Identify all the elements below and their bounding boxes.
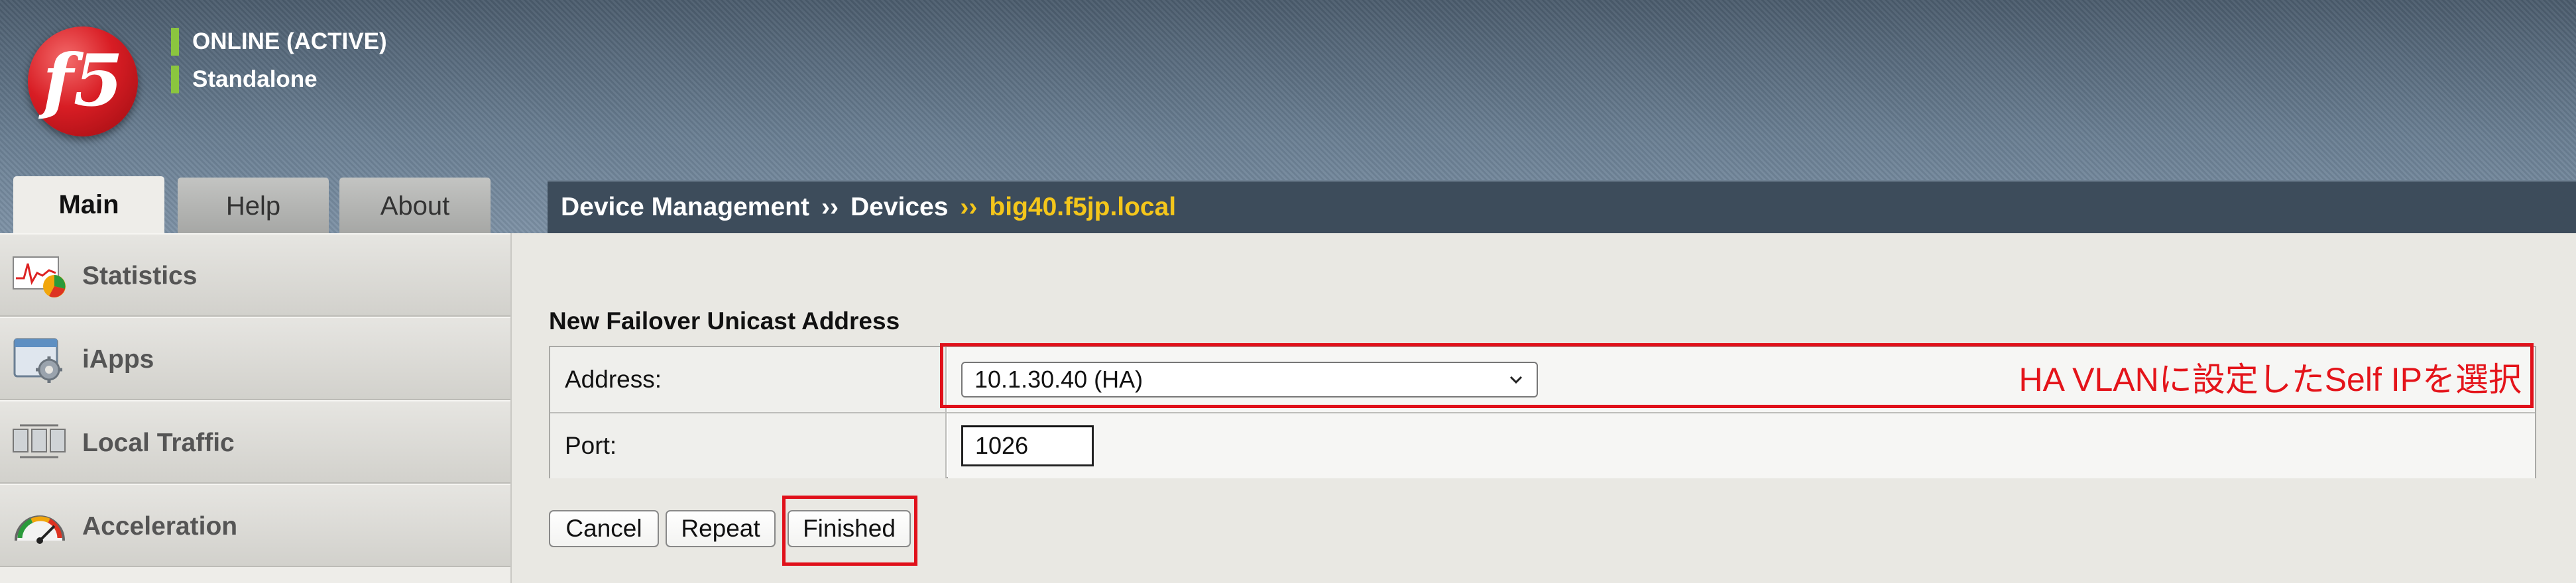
- status-indicator-bar: [171, 66, 179, 93]
- table-row-port: Port: 1026: [550, 413, 2535, 478]
- local-traffic-icon: [13, 424, 66, 458]
- breadcrumb-current-device[interactable]: big40.f5jp.local: [989, 193, 1176, 222]
- breadcrumb-separator: ››: [821, 193, 839, 221]
- status-online: ONLINE (ACTIVE): [171, 26, 387, 57]
- sidebar-item-label: iApps: [82, 345, 154, 374]
- cancel-button[interactable]: Cancel: [549, 510, 659, 547]
- sidebar-item-label: Local Traffic: [82, 429, 235, 457]
- port-input[interactable]: 1026: [961, 425, 1094, 466]
- sidebar-item-statistics[interactable]: Statistics: [0, 233, 510, 317]
- tab-help[interactable]: Help: [178, 178, 329, 233]
- sidebar: Statistics iApps Local Traffic Accelerat…: [0, 233, 512, 583]
- status-text-online: ONLINE (ACTIVE): [192, 28, 387, 54]
- port-label: Port:: [550, 413, 947, 478]
- breadcrumb-devices[interactable]: Devices: [850, 193, 948, 222]
- f5-logo[interactable]: f5: [28, 26, 138, 136]
- iapps-gear-icon: [13, 338, 62, 383]
- breadcrumb: Device Management ›› Devices ›› big40.f5…: [548, 180, 2576, 233]
- section-title: New Failover Unicast Address: [549, 307, 900, 335]
- repeat-button[interactable]: Repeat: [666, 510, 776, 547]
- status-indicator-bar: [171, 28, 179, 56]
- sidebar-item-iapps[interactable]: iApps: [0, 317, 510, 400]
- acceleration-gauge-icon: [15, 515, 65, 544]
- status-text-standalone: Standalone: [192, 66, 318, 92]
- finished-button[interactable]: Finished: [788, 510, 911, 547]
- annotation-highlight-address: [940, 343, 2534, 408]
- header-banner: f5 ONLINE (ACTIVE) Standalone Main Help …: [0, 0, 2576, 235]
- sidebar-item-label: Acceleration: [82, 512, 238, 541]
- breadcrumb-device-management[interactable]: Device Management: [561, 193, 809, 222]
- sidebar-item-acceleration[interactable]: Acceleration: [0, 484, 510, 567]
- port-cell: 1026: [948, 413, 2535, 478]
- statistics-chart-icon: [13, 256, 66, 297]
- breadcrumb-separator: ››: [960, 193, 978, 221]
- address-label: Address:: [550, 347, 947, 412]
- tab-about[interactable]: About: [339, 178, 491, 233]
- tab-main[interactable]: Main: [13, 176, 164, 235]
- sidebar-item-label: Statistics: [82, 262, 198, 290]
- sidebar-item-local-traffic[interactable]: Local Traffic: [0, 400, 510, 484]
- status-standalone: Standalone: [171, 64, 318, 95]
